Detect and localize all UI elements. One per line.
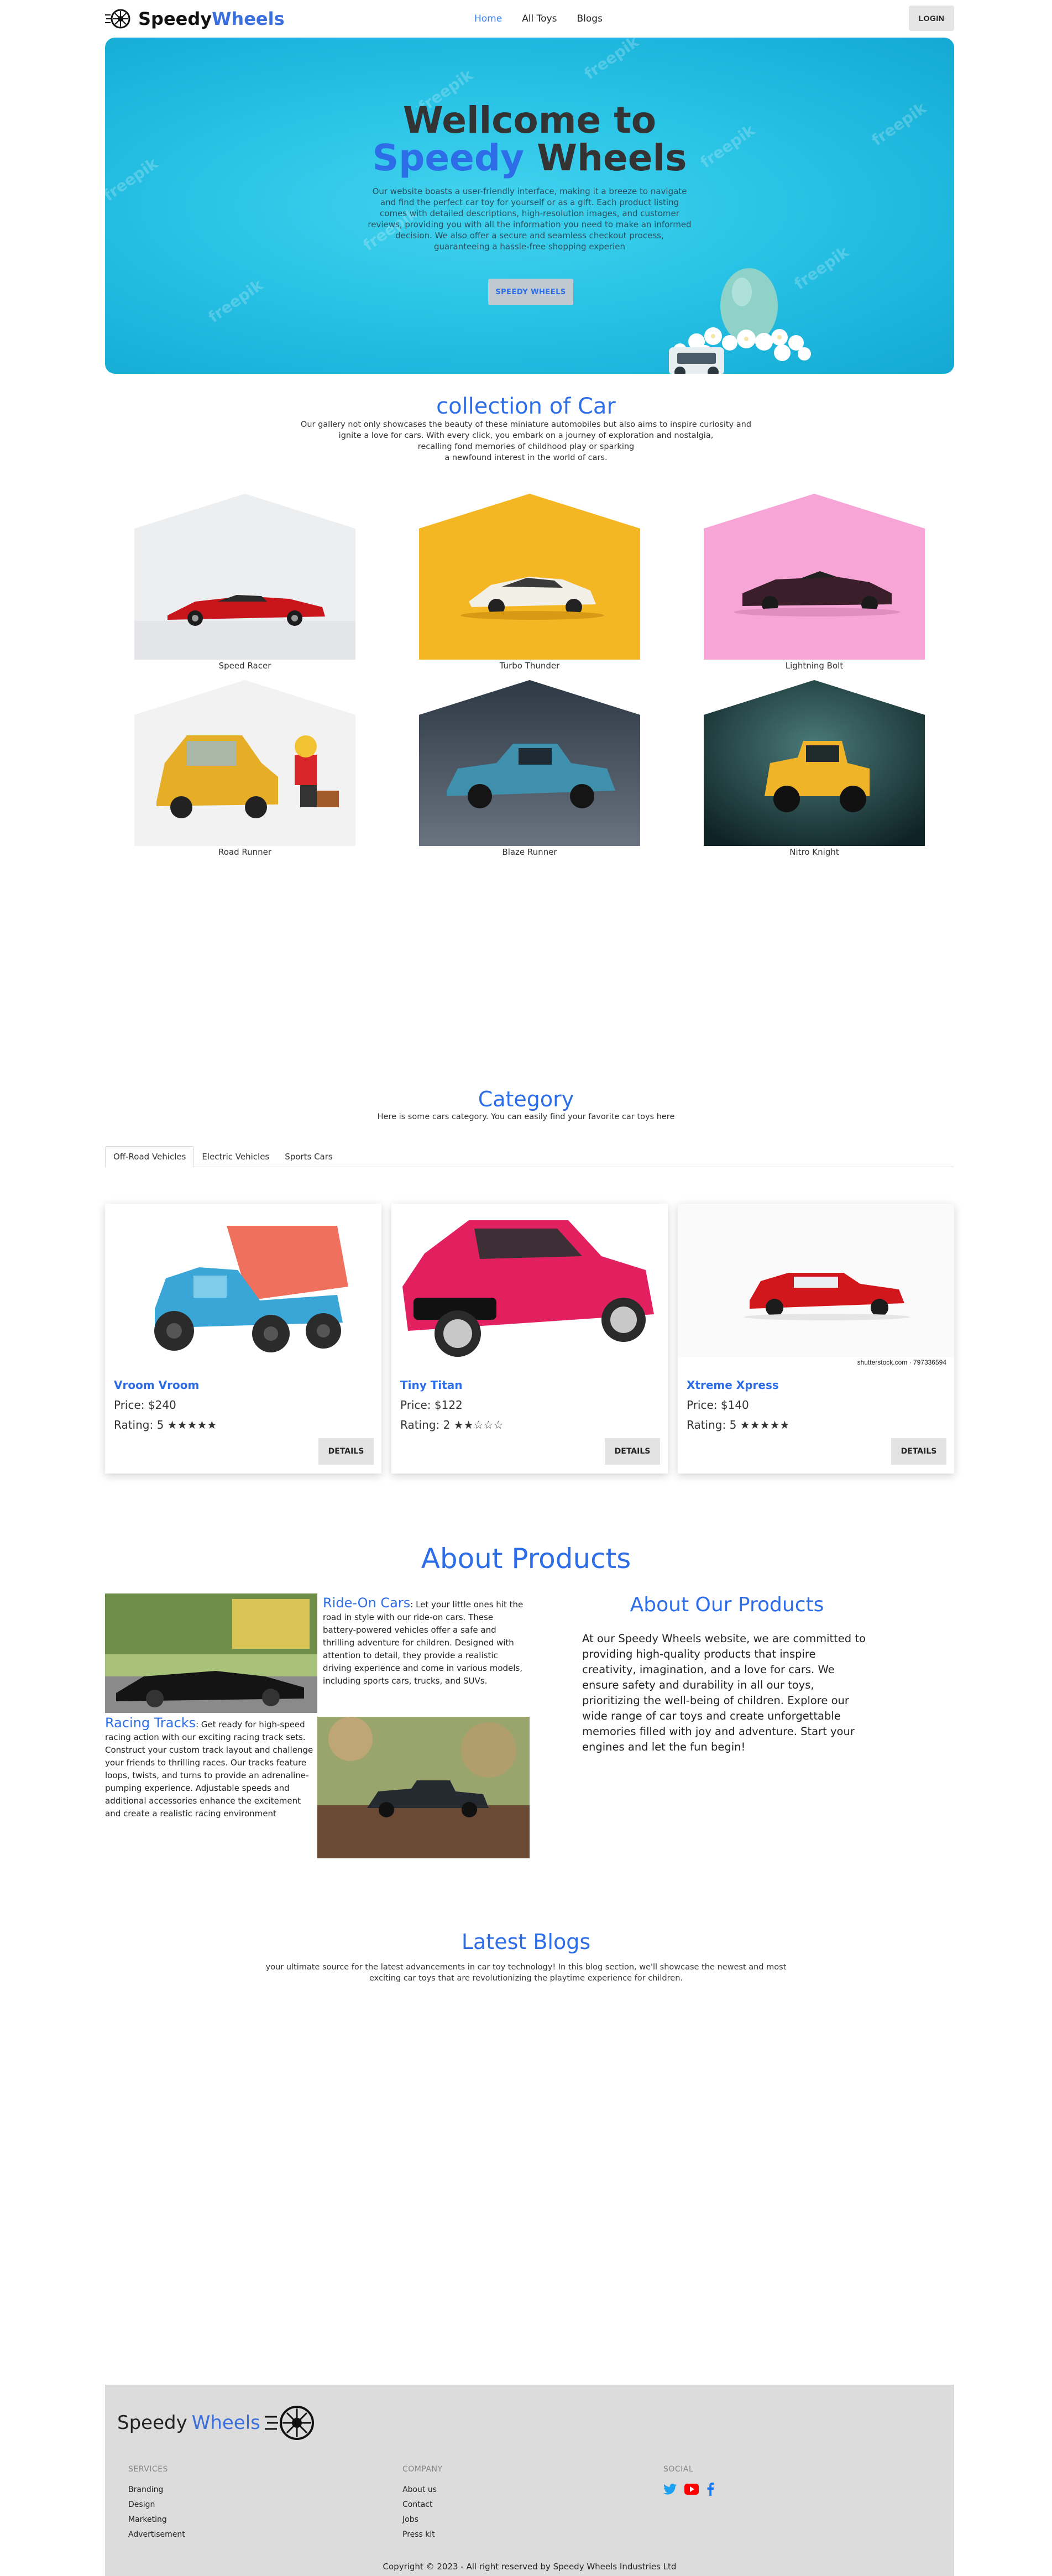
footer-link[interactable]: Contact [402, 2497, 443, 2512]
login-button[interactable]: LOGIN [909, 6, 954, 31]
collection-title: collection of Car [436, 394, 616, 419]
about-products-text: At our Speedy Wheels website, we are com… [582, 1632, 866, 1753]
about-products-heading: About Our Products [630, 1593, 824, 1616]
car-image[interactable] [419, 494, 640, 660]
product-rating: Rating: 2 ★★☆☆☆ [400, 1418, 504, 1431]
racing-tracks-text: Racing Tracks: Get ready for high-speed … [105, 1715, 313, 1819]
product-rating: Rating: 5 ★★★★★ [687, 1418, 790, 1431]
footer-brand: Speedy Wheels [117, 2403, 317, 2442]
details-button[interactable]: DETAILS [891, 1438, 946, 1465]
footer-link[interactable]: Design [128, 2497, 185, 2512]
category-title: Category [478, 1087, 574, 1111]
footer-link[interactable]: Branding [128, 2483, 185, 2497]
star-rating-icon: ★★★★★ [167, 1418, 217, 1431]
product-name: Tiny Titan [400, 1378, 463, 1392]
ride-on-text: Ride-On Cars: Let your little ones hit t… [323, 1595, 524, 1686]
easter-egg-toy-image [669, 268, 811, 374]
car-caption: Turbo Thunder [499, 661, 560, 671]
tab-off-road[interactable]: Off-Road Vehicles [105, 1146, 195, 1167]
product-card: Tiny Titan Price: $122 Rating: 2 ★★☆☆☆ D… [391, 1204, 668, 1474]
footer-company: COMPANY About us Contact Jobs Press kit [402, 2465, 443, 2542]
car-caption: Nitro Knight [789, 847, 839, 857]
product-image: shutterstock.com · 797336594 [678, 1204, 954, 1368]
car-image[interactable] [134, 494, 355, 660]
footer-link[interactable]: Advertisement [128, 2527, 185, 2542]
product-name: Xtreme Xpress [687, 1378, 779, 1392]
ride-on-car-image [105, 1593, 317, 1713]
racing-track-image [317, 1717, 530, 1858]
product-price: Price: $240 [114, 1398, 176, 1412]
car-image[interactable] [134, 680, 355, 846]
car-image[interactable] [704, 494, 925, 660]
blogs-description: your ultimate source for the latest adva… [265, 1963, 787, 1983]
logo[interactable]: SpeedyWheels [105, 8, 285, 29]
tab-electric[interactable]: Electric Vehicles [194, 1146, 277, 1167]
car-caption: Road Runner [218, 847, 272, 857]
hero-title-brand: Speedy Wheels [372, 137, 687, 179]
car-caption: Blaze Runner [502, 847, 557, 857]
footer-link[interactable]: Jobs [402, 2512, 443, 2527]
product-rating: Rating: 5 ★★★★★ [114, 1418, 217, 1431]
category-description: Here is some cars category. You can easi… [377, 1112, 675, 1121]
footer-link[interactable]: Press kit [402, 2527, 443, 2542]
hero-cta-button[interactable]: SPEEDY WHEELS [488, 279, 573, 305]
product-image [391, 1204, 668, 1368]
footer-link[interactable]: Marketing [128, 2512, 185, 2527]
main-menu: Home All Toys Blogs [474, 0, 603, 38]
footer-services: SERVICES Branding Design Marketing Adver… [128, 2465, 185, 2542]
wheel-logo-icon [264, 2406, 314, 2440]
category-tabs: Off-Road Vehicles Electric Vehicles Spor… [105, 1146, 954, 1167]
car-image[interactable] [704, 680, 925, 846]
collection-description: Our gallery not only showcases the beaut… [300, 420, 752, 462]
details-button[interactable]: DETAILS [318, 1438, 374, 1465]
about-title: About Products [421, 1543, 631, 1575]
watermark: freepik [205, 275, 266, 327]
star-rating-icon: ★★☆☆☆ [453, 1418, 504, 1431]
product-card: shutterstock.com · 797336594 Xtreme Xpre… [678, 1204, 954, 1474]
car-caption: Speed Racer [218, 661, 271, 671]
details-button[interactable]: DETAILS [605, 1438, 660, 1465]
racing-tracks-title: Racing Tracks [105, 1715, 196, 1731]
top-navbar: SpeedyWheels Home All Toys Blogs LOGIN [105, 0, 954, 38]
twitter-icon[interactable] [663, 2484, 677, 2495]
hero-banner: freepik freepik freepik freepik freepik … [105, 38, 954, 374]
footer: Speedy Wheels SERVICES Branding Design Ma… [105, 2385, 954, 2576]
product-name: Vroom Vroom [114, 1378, 200, 1392]
car-image[interactable] [419, 680, 640, 846]
car-caption: Lightning Bolt [785, 661, 844, 671]
nav-all-toys-link[interactable]: All Toys [522, 13, 557, 24]
hero-description: Our website boasts a user-friendly inter… [368, 186, 692, 252]
facebook-icon[interactable] [706, 2483, 714, 2496]
product-image [105, 1204, 381, 1368]
ride-on-title: Ride-On Cars [323, 1595, 411, 1611]
wheel-logo-icon [105, 9, 130, 29]
brand-name: SpeedyWheels [138, 8, 285, 29]
image-credit: shutterstock.com · 797336594 [857, 1358, 946, 1366]
blogs-title: Latest Blogs [461, 1930, 591, 1954]
footer-link[interactable]: About us [402, 2483, 443, 2497]
product-price: Price: $122 [400, 1398, 463, 1412]
footer-social: SOCIAL [663, 2465, 714, 2496]
hero-title: Wellcome to [402, 99, 657, 142]
youtube-icon[interactable] [684, 2484, 699, 2495]
watermark: freepik [580, 38, 642, 83]
product-price: Price: $140 [687, 1398, 749, 1412]
product-card: Vroom Vroom Price: $240 Rating: 5 ★★★★★ … [105, 1204, 381, 1474]
nav-blogs-link[interactable]: Blogs [577, 13, 603, 24]
copyright: Copyright © 2023 - All right reserved by… [383, 2562, 677, 2572]
star-rating-icon: ★★★★★ [740, 1418, 790, 1431]
tab-sports[interactable]: Sports Cars [277, 1146, 341, 1167]
nav-home-link[interactable]: Home [474, 13, 502, 24]
